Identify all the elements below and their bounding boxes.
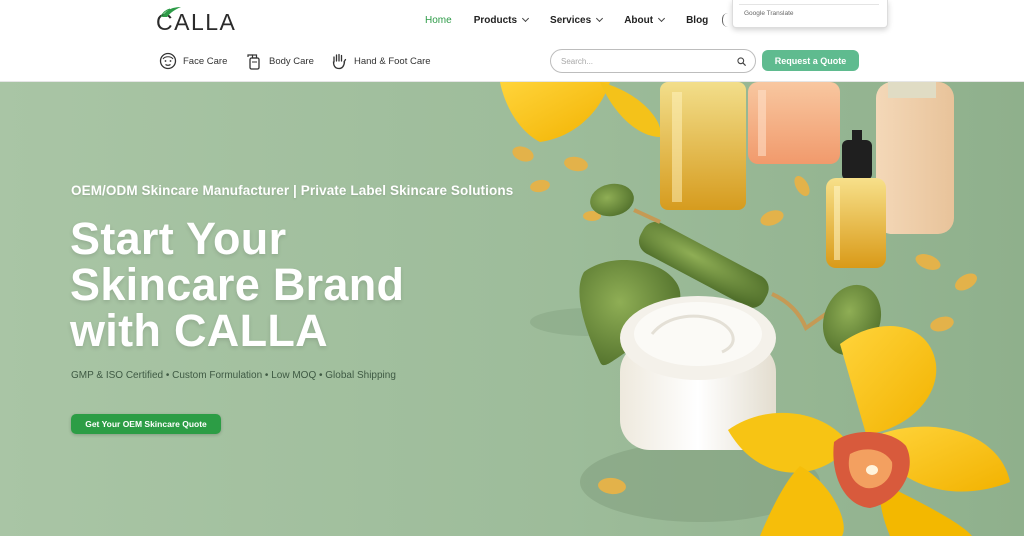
hero-banner: OEM/ODM Skincare Manufacturer | Private … bbox=[0, 82, 1024, 536]
nav-products-label: Products bbox=[473, 14, 518, 26]
chevron-down-icon bbox=[521, 14, 530, 23]
hand-icon bbox=[332, 53, 347, 70]
brand-logo[interactable]: CALLA bbox=[156, 7, 236, 34]
hero-title-line: Skincare Brand bbox=[70, 259, 405, 310]
category-body-care[interactable]: Body Care bbox=[245, 50, 314, 72]
search-input[interactable] bbox=[551, 56, 726, 66]
nav-about-label: About bbox=[624, 14, 654, 26]
chevron-down-icon bbox=[658, 14, 666, 23]
category-face-care-label: Face Care bbox=[183, 55, 228, 67]
face-icon bbox=[159, 52, 177, 70]
category-bar: Face Care Body Care Hand & Foot Care Req… bbox=[0, 40, 1024, 82]
nav-services[interactable]: Services bbox=[550, 14, 604, 26]
hero-kicker: OEM/ODM Skincare Manufacturer | Private … bbox=[71, 183, 514, 198]
top-header: CALLA Home Products Services About Blog … bbox=[0, 0, 1024, 40]
nav-home-label: Home bbox=[425, 14, 452, 26]
lotion-bottle-icon bbox=[247, 54, 260, 70]
translate-label: Google Translate bbox=[744, 10, 794, 17]
nav-products[interactable]: Products bbox=[473, 14, 530, 26]
google-translate-popup[interactable]: Google Translate bbox=[732, 0, 888, 28]
nav-blog[interactable]: Blog bbox=[686, 15, 708, 26]
nav-home[interactable]: Home bbox=[425, 15, 452, 26]
request-quote-button[interactable]: Request a Quote bbox=[762, 50, 859, 71]
search-icon[interactable] bbox=[737, 57, 746, 66]
nav-services-label: Services bbox=[550, 14, 592, 26]
search-box bbox=[550, 49, 756, 73]
nav-about[interactable]: About bbox=[624, 14, 666, 26]
leaf-icon bbox=[160, 7, 181, 18]
category-body-care-label: Body Care bbox=[269, 55, 314, 67]
translate-select-bar[interactable] bbox=[739, 0, 879, 5]
hero-title-line: with CALLA bbox=[70, 305, 328, 356]
chevron-down-icon bbox=[596, 14, 604, 23]
main-nav: Home Products Services About Blog bbox=[425, 0, 728, 40]
language-selector-edge[interactable] bbox=[722, 13, 728, 27]
hero-features: GMP & ISO Certified • Custom Formulation… bbox=[71, 370, 396, 381]
hero-title-line: Start Your bbox=[70, 213, 287, 264]
category-face-care[interactable]: Face Care bbox=[159, 50, 227, 72]
hero-title: Start Your Skincare Brand with CALLA bbox=[70, 216, 490, 354]
category-hand-foot-care-label: Hand & Foot Care bbox=[354, 55, 431, 67]
oem-quote-button[interactable]: Get Your OEM Skincare Quote bbox=[71, 414, 221, 434]
category-hand-foot-care[interactable]: Hand & Foot Care bbox=[330, 50, 431, 72]
nav-blog-label: Blog bbox=[686, 14, 709, 26]
